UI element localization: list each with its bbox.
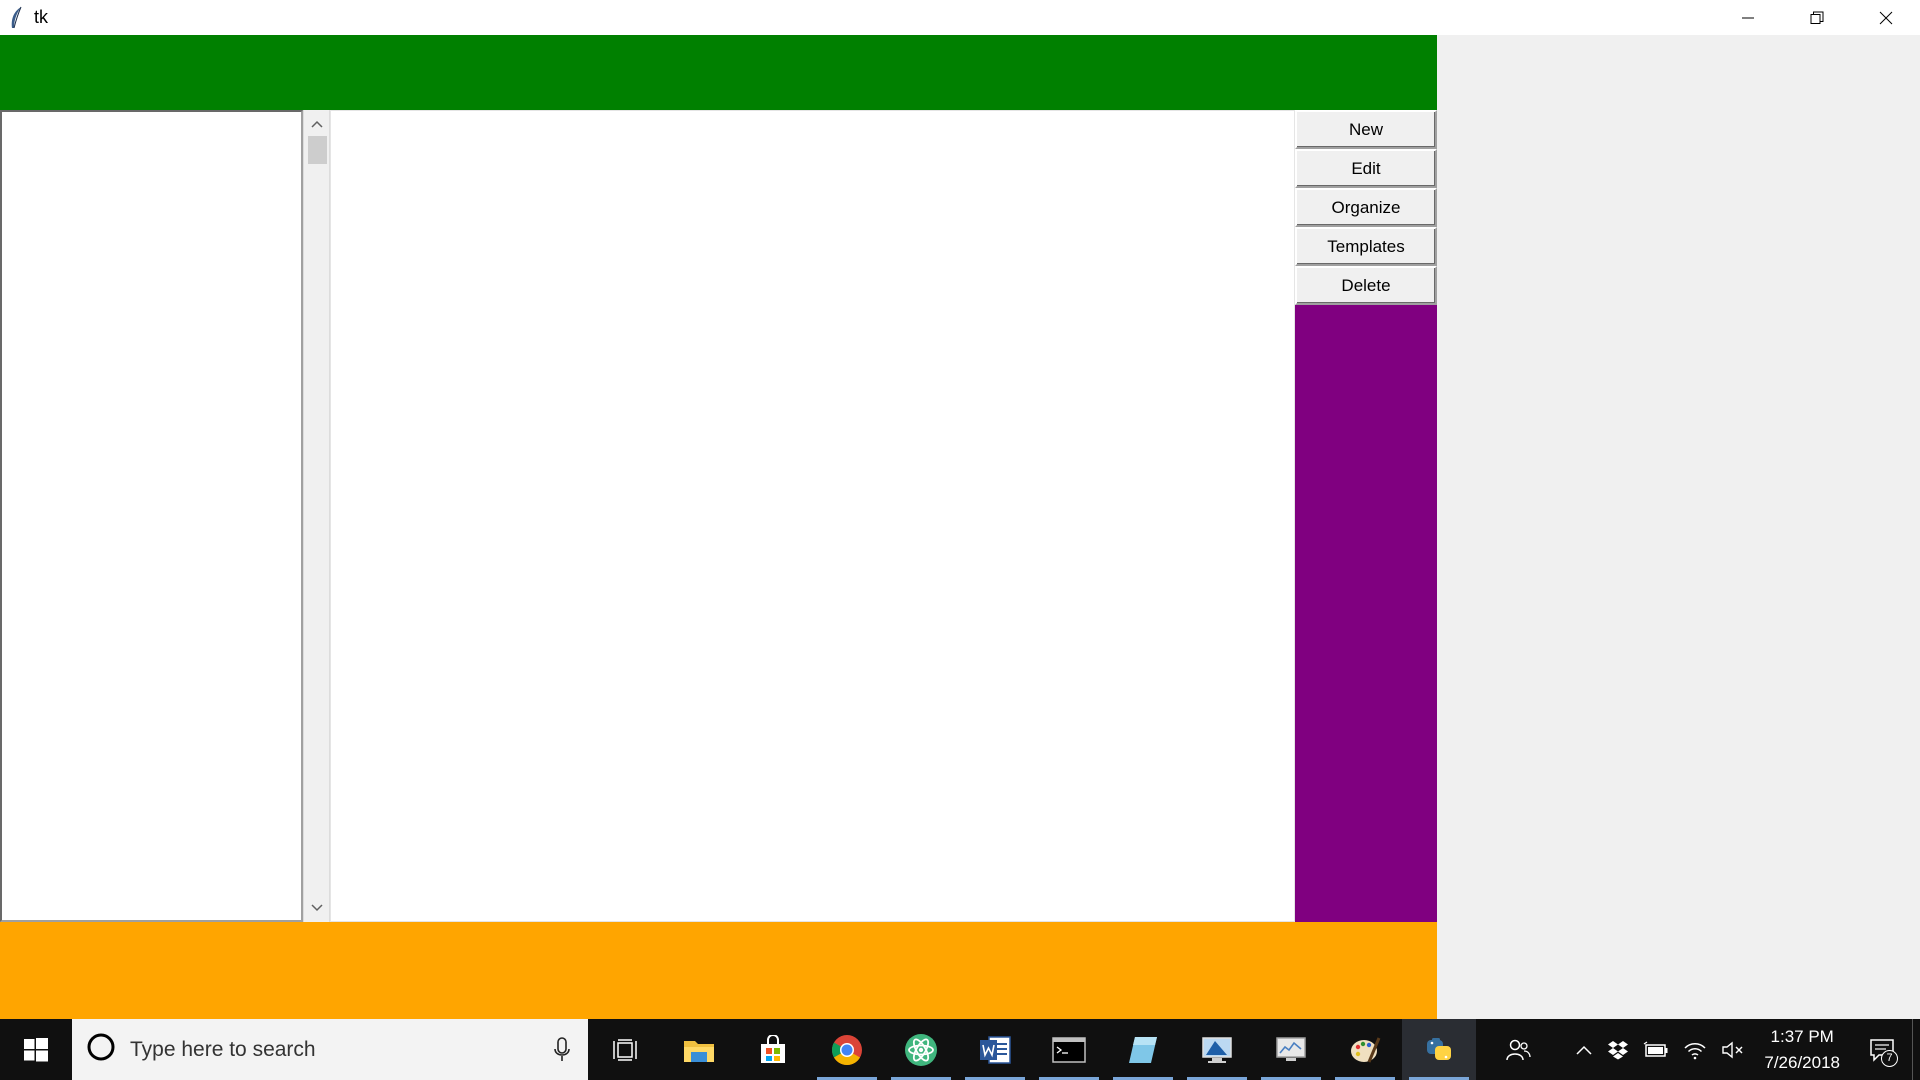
taskbar: Type here to search 1:37 PM 7/26/2018 7 [0,1019,1920,1080]
people-icon[interactable] [1498,1019,1538,1080]
taskbar-clock[interactable]: 1:37 PM 7/26/2018 [1752,1024,1852,1076]
word-icon[interactable] [958,1019,1032,1080]
delete-button[interactable]: Delete [1295,266,1437,305]
battery-icon[interactable] [1636,1019,1676,1080]
monitor-icon[interactable] [1254,1019,1328,1080]
volume-muted-icon[interactable] [1714,1019,1752,1080]
taskbar-search-box[interactable]: Type here to search [72,1019,588,1080]
paint-icon[interactable] [1328,1019,1402,1080]
action-buttons: New Edit Organize Templates Delete [1295,110,1437,305]
clock-date: 7/26/2018 [1764,1052,1840,1072]
wifi-icon[interactable] [1676,1019,1714,1080]
close-button[interactable] [1851,0,1920,35]
store-icon[interactable] [736,1019,810,1080]
scroll-thumb[interactable] [308,136,327,164]
terminal-icon[interactable] [1032,1019,1106,1080]
side-frame: New Edit Organize Templates Delete [1295,110,1437,922]
window-title: tk [34,7,49,27]
scroll-up-icon[interactable] [304,112,329,136]
notification-count-badge: 7 [1881,1050,1898,1067]
taskbar-apps [588,1019,1476,1080]
app-window: New Edit Organize Templates Delete [0,35,1437,1056]
task-view-icon[interactable] [588,1019,662,1080]
vertical-scrollbar[interactable] [303,110,330,922]
minimize-button[interactable] [1713,0,1782,35]
restore-button[interactable] [1782,0,1851,35]
clock-time: 1:37 PM [1770,1026,1834,1046]
templates-button[interactable]: Templates [1295,227,1437,266]
atom-icon[interactable] [884,1019,958,1080]
edit-button[interactable]: Edit [1295,149,1437,188]
python-icon[interactable] [1402,1019,1476,1080]
chrome-icon[interactable] [810,1019,884,1080]
show-desktop-button[interactable] [1912,1019,1920,1080]
note-text-area[interactable] [330,110,1295,922]
note-listbox[interactable] [0,110,303,922]
organize-button[interactable]: Organize [1295,188,1437,227]
windows-start-icon[interactable] [0,1019,72,1080]
file-explorer-icon[interactable] [662,1019,736,1080]
remote-desktop-icon[interactable] [1180,1019,1254,1080]
dropbox-icon[interactable] [1600,1019,1636,1080]
feather-icon [6,6,26,30]
top-frame [0,35,1437,110]
search-placeholder: Type here to search [130,1037,316,1061]
microphone-icon[interactable] [554,1037,570,1068]
new-button[interactable]: New [1295,110,1437,149]
cortana-icon [86,1032,116,1067]
system-tray: 1:37 PM 7/26/2018 7 [1498,1019,1920,1080]
notes-icon[interactable] [1106,1019,1180,1080]
action-center-icon[interactable]: 7 [1852,1019,1912,1080]
scroll-down-icon[interactable] [304,896,329,920]
window-titlebar: tk [0,0,1920,35]
chevron-up-icon[interactable] [1568,1019,1600,1080]
